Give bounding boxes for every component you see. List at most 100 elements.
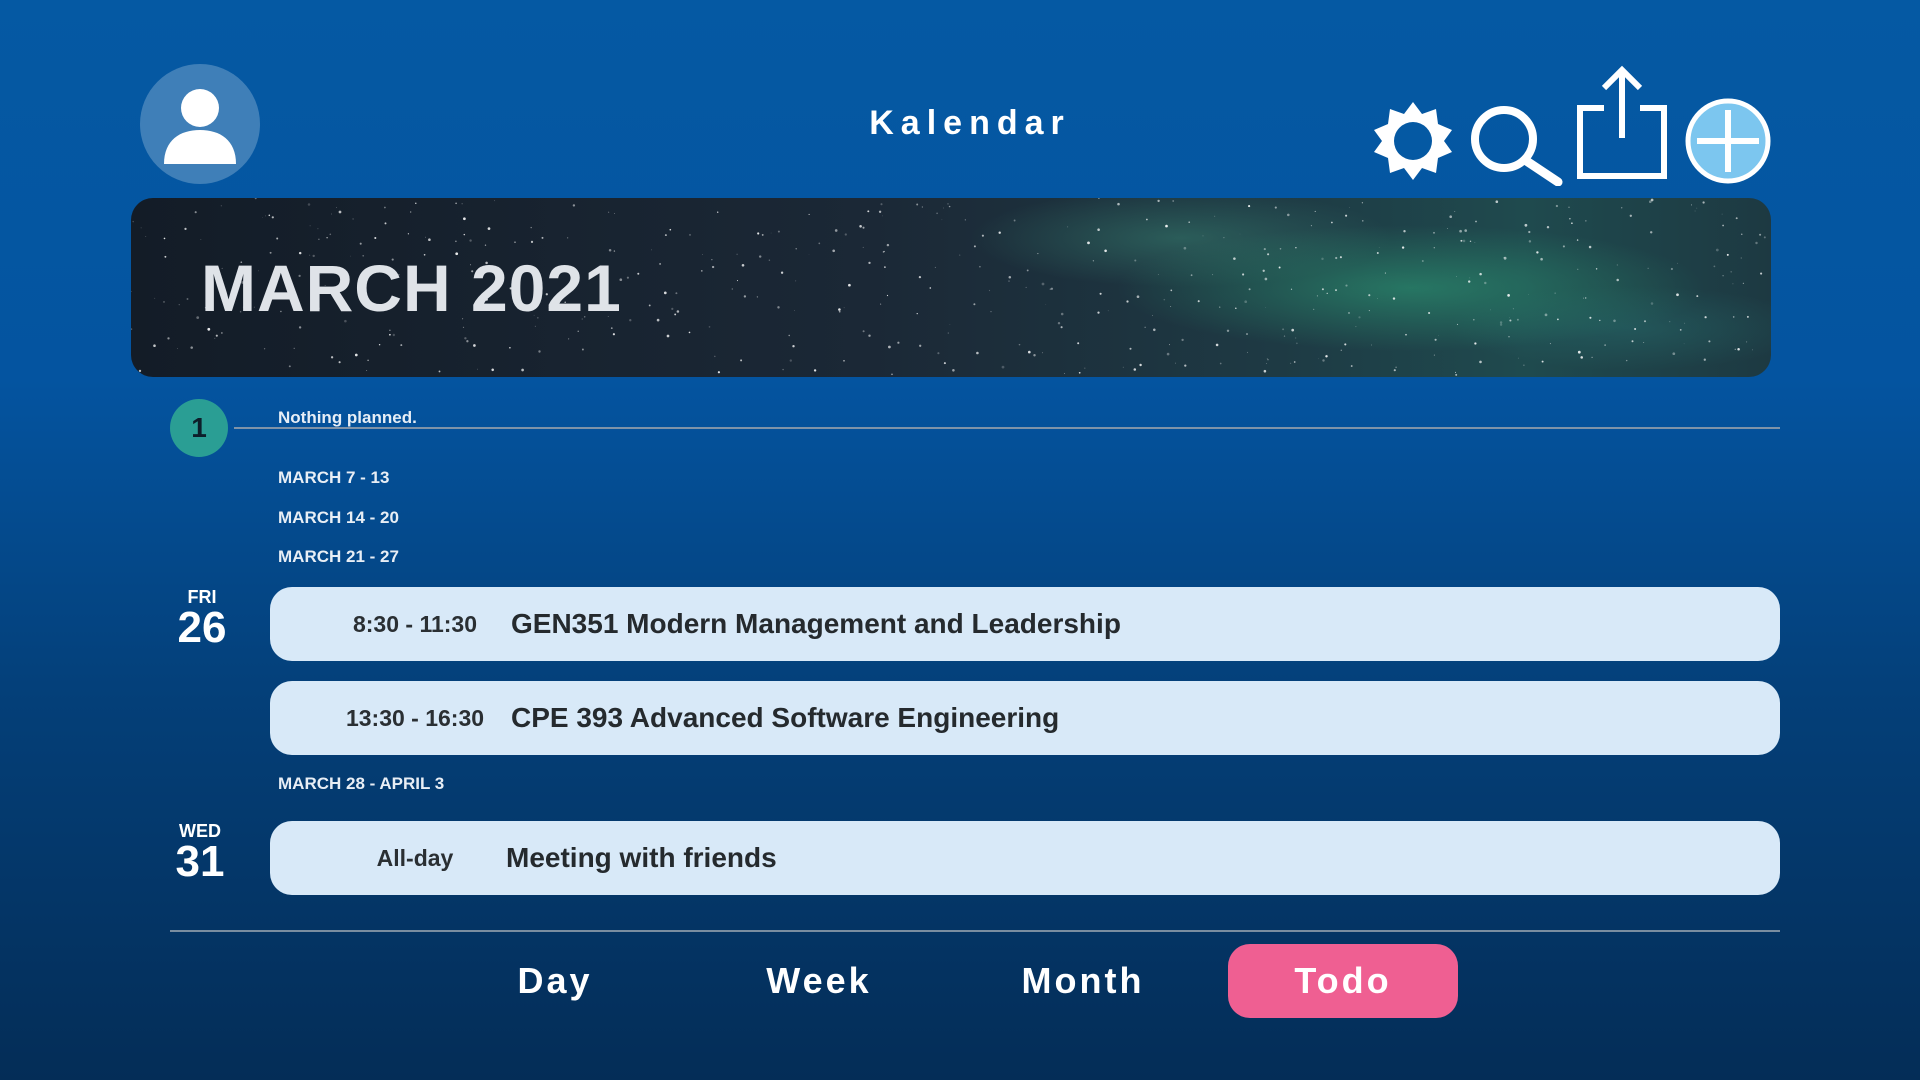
star-dot [1433, 231, 1435, 234]
star-dot [1740, 257, 1742, 259]
star-dot [167, 337, 170, 340]
tab-todo[interactable]: Todo [1228, 944, 1458, 1018]
star-dot [848, 283, 851, 287]
star-dot [1691, 204, 1693, 206]
star-dot [1571, 222, 1573, 225]
star-dot [1310, 225, 1312, 227]
week-range-label: MARCH 21 - 27 [278, 547, 399, 566]
star-dot [1741, 233, 1743, 235]
event-card[interactable]: 13:30 - 16:30 CPE 393 Advanced Software … [270, 681, 1780, 755]
nothing-planned-text: Nothing planned. [278, 408, 417, 427]
star-dot [407, 233, 409, 235]
star-dot [1233, 257, 1236, 260]
star-dot [487, 227, 491, 230]
star-dot [884, 266, 886, 268]
star-dot [1274, 206, 1277, 209]
star-dot [868, 334, 871, 337]
star-dot [163, 237, 166, 240]
star-dot [1746, 315, 1749, 318]
star-dot [1469, 240, 1472, 243]
star-dot [359, 242, 362, 245]
star-dot [438, 370, 441, 373]
star-dot [711, 265, 715, 269]
star-dot [1097, 228, 1100, 231]
star-dot [1087, 241, 1090, 245]
star-dot [868, 261, 871, 265]
star-dot [164, 255, 167, 258]
tab-week[interactable]: Week [704, 944, 934, 1018]
star-dot [469, 239, 472, 242]
add-icon[interactable] [1683, 96, 1773, 186]
star-dot [1599, 319, 1601, 322]
star-dot [1433, 354, 1435, 356]
star-dot [424, 236, 426, 238]
star-dot [541, 236, 544, 239]
star-dot [1576, 239, 1579, 241]
star-dot [757, 232, 760, 235]
star-dot [1099, 292, 1102, 295]
star-dot [1348, 312, 1350, 314]
star-dot [1677, 262, 1678, 264]
star-dot [1326, 292, 1328, 295]
search-icon[interactable] [1466, 104, 1566, 186]
star-dot [1541, 360, 1544, 363]
star-dot [462, 326, 465, 329]
star-dot [1528, 240, 1532, 243]
star-dot [1679, 328, 1682, 331]
star-dot [1287, 213, 1290, 217]
star-dot [882, 251, 885, 253]
star-dot [1169, 344, 1170, 346]
star-dot [998, 231, 1001, 234]
star-dot [1219, 362, 1222, 365]
star-dot [1462, 239, 1466, 243]
star-dot [132, 220, 134, 223]
star-dot [293, 347, 295, 349]
star-dot [1469, 277, 1471, 279]
star-dot [1263, 369, 1267, 373]
star-dot [1278, 266, 1281, 269]
day-number-badge[interactable]: 1 [170, 399, 228, 457]
star-dot [1013, 219, 1016, 222]
star-dot [948, 205, 951, 208]
star-dot [702, 254, 703, 255]
star-dot [1577, 268, 1579, 270]
star-dot [1479, 272, 1482, 276]
star-dot [1293, 361, 1296, 363]
star-dot [708, 326, 711, 328]
settings-gear-icon[interactable] [1370, 100, 1456, 182]
star-dot [1746, 341, 1748, 343]
star-dot [1214, 215, 1216, 217]
star-dot [1713, 265, 1716, 268]
star-dot [338, 210, 342, 214]
star-dot [1316, 295, 1318, 297]
tab-day[interactable]: Day [440, 944, 670, 1018]
star-dot [1583, 297, 1585, 299]
star-dot [1704, 316, 1707, 319]
star-dot [1569, 218, 1571, 220]
star-dot [1325, 355, 1328, 358]
star-dot [878, 210, 882, 213]
calendar-screen: Kalendar MARCH 2021 1 Nothing planned. M… [0, 0, 1920, 1080]
star-dot [1517, 357, 1519, 359]
star-dot [1282, 328, 1285, 331]
star-dot [1460, 239, 1463, 242]
event-card[interactable]: All-day Meeting with friends [270, 821, 1780, 895]
star-dot [1621, 207, 1623, 209]
star-dot [792, 345, 795, 348]
star-dot [1139, 363, 1142, 367]
star-dot [1490, 309, 1491, 311]
star-dot [1290, 288, 1293, 290]
tab-month[interactable]: Month [968, 944, 1198, 1018]
star-dot [947, 332, 949, 334]
share-icon[interactable] [1574, 64, 1670, 180]
star-dot [1631, 340, 1634, 343]
star-dot [1267, 253, 1270, 256]
event-card[interactable]: 8:30 - 11:30 GEN351 Modern Management an… [270, 587, 1780, 661]
star-dot [288, 365, 291, 368]
star-dot [1421, 260, 1424, 262]
event-title: GEN351 Modern Management and Leadership [511, 608, 1121, 639]
star-dot [862, 330, 865, 333]
star-dot [1696, 207, 1698, 209]
star-dot [264, 215, 266, 217]
star-dot [1265, 307, 1267, 308]
